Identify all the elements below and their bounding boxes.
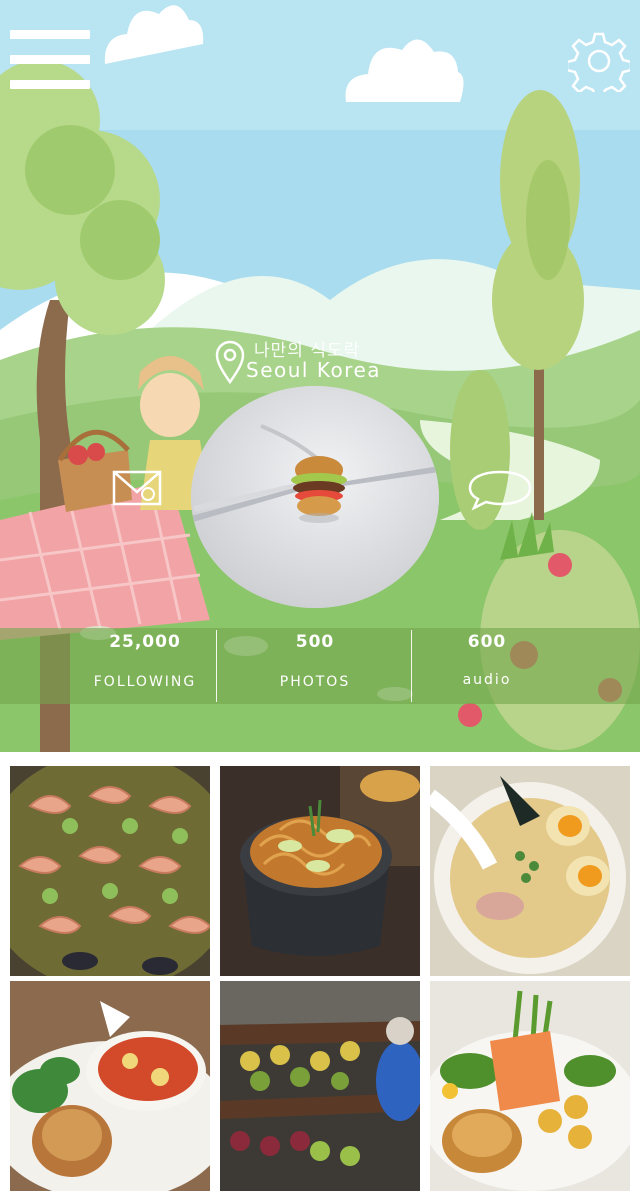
profile-location: 나만의 식도락 Seoul Korea bbox=[214, 336, 454, 384]
hamburger-menu-icon bbox=[10, 30, 90, 39]
photo-ramen bbox=[430, 766, 630, 976]
menu-bar bbox=[10, 80, 90, 89]
photo-tile-salmon[interactable] bbox=[430, 981, 630, 1191]
profile-page: 나만의 식도락 Seoul Korea 25,000 FOLLOWING 500… bbox=[0, 0, 640, 1200]
stat-following[interactable]: 25,000 FOLLOWING bbox=[72, 628, 218, 704]
settings-button[interactable] bbox=[565, 30, 633, 100]
photo-paella bbox=[10, 766, 210, 976]
photo-bread-plate bbox=[10, 981, 210, 1191]
photo-tile-noodles[interactable] bbox=[220, 766, 420, 976]
photo-salmon-salad bbox=[430, 981, 630, 1191]
photo-tile-bread-plate[interactable] bbox=[10, 981, 210, 1191]
stat-value: 600 bbox=[467, 632, 507, 652]
photo-tile-paella[interactable] bbox=[10, 766, 210, 976]
avatar-image-mini-burger bbox=[191, 386, 439, 608]
envelope-icon bbox=[112, 470, 162, 506]
menu-bar bbox=[10, 55, 90, 64]
location-text: Seoul Korea bbox=[246, 358, 382, 382]
stat-audio[interactable]: 600 audio bbox=[412, 628, 562, 704]
location-pin-icon bbox=[215, 340, 245, 384]
photo-tile-market[interactable] bbox=[220, 981, 420, 1191]
photo-floating-market bbox=[220, 981, 420, 1191]
profile-header: 나만의 식도락 Seoul Korea 25,000 FOLLOWING 500… bbox=[0, 0, 640, 760]
avatar[interactable] bbox=[191, 386, 439, 608]
stats-bar: 25,000 FOLLOWING 500 PHOTOS 600 audio bbox=[0, 628, 640, 704]
stat-value: 25,000 bbox=[109, 632, 181, 652]
stat-label: audio bbox=[462, 672, 512, 688]
speech-bubble-icon bbox=[468, 470, 532, 511]
photo-tile-ramen[interactable] bbox=[430, 766, 630, 976]
stat-label: PHOTOS bbox=[279, 674, 351, 690]
photo-grid bbox=[0, 760, 640, 1200]
photo-noodles bbox=[220, 766, 420, 976]
stat-divider bbox=[216, 630, 217, 702]
chat-button[interactable] bbox=[466, 468, 534, 512]
stat-photos[interactable]: 500 PHOTOS bbox=[218, 628, 412, 704]
stat-value: 500 bbox=[295, 632, 335, 652]
menu-button[interactable] bbox=[10, 28, 90, 92]
gear-icon bbox=[565, 32, 633, 100]
message-button[interactable] bbox=[112, 468, 164, 508]
stat-label: FOLLOWING bbox=[93, 674, 197, 690]
